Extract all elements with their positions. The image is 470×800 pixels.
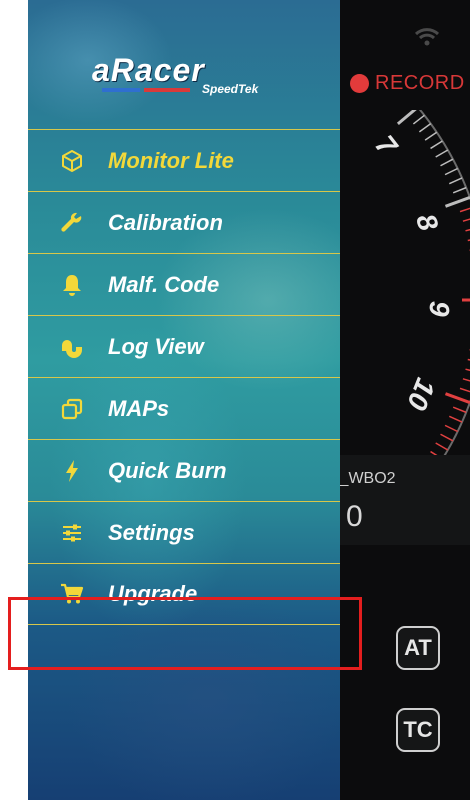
gauge-tick-label: 9 [424, 300, 456, 317]
gauge-tick [452, 406, 467, 414]
menu-item-malf-code[interactable]: Malf. Code [28, 253, 340, 315]
gauge-tick [444, 392, 470, 405]
stumbleupon-icon [60, 335, 84, 359]
gauge-tick [435, 442, 449, 451]
record-label: RECORD [375, 72, 465, 94]
gauge-tick [465, 228, 470, 232]
gauge-tick [412, 114, 425, 125]
menu-item-calibration[interactable]: Calibration [28, 191, 340, 253]
lightning-icon [60, 459, 84, 483]
menu-item-label: Malf. Code [108, 271, 220, 297]
gauge-tick-label: 10 [401, 374, 442, 415]
gauge-tick [465, 368, 470, 372]
gauge-tick [444, 167, 458, 176]
navigation-drawer: aRacer SpeedTek Monitor Lite Calibration… [28, 0, 340, 800]
menu-item-label: Log View [108, 333, 204, 359]
highlight-box [8, 597, 362, 670]
logo-stripe-red [144, 88, 190, 92]
gauge-tick [448, 415, 463, 423]
menu-item-log-view[interactable]: Log View [28, 315, 340, 377]
menu-item-label: Calibration [108, 209, 223, 235]
gauge-tick [440, 433, 454, 442]
menu-item-label: Monitor Lite [108, 147, 234, 173]
menu-item-label: MAPs [108, 395, 170, 421]
record-dot-icon [350, 74, 369, 93]
sliders-icon [60, 521, 84, 545]
wifi-signal-icon [414, 28, 440, 46]
logo-stripe-blue [102, 88, 140, 92]
bell-icon [60, 273, 84, 297]
copy-icon [60, 397, 84, 421]
gauge-tick [459, 207, 470, 213]
aracer-logo: aRacer SpeedTek [92, 52, 282, 98]
wrench-icon [60, 211, 84, 235]
record-button[interactable]: RECORD [350, 72, 465, 95]
gauge-tick [444, 195, 470, 208]
gauge-tick [424, 131, 438, 141]
at-button[interactable]: AT [396, 626, 440, 670]
gauge-tick [448, 177, 463, 185]
gauge-tick [440, 158, 454, 167]
menu-item-settings[interactable]: Settings [28, 501, 340, 563]
tc-button[interactable]: TC [396, 708, 440, 752]
gauge-tick-label: 7 [369, 129, 404, 161]
menu-item-label: Settings [108, 519, 195, 545]
gauge-tick [444, 424, 458, 433]
logo-main-text: aRacer [92, 52, 205, 88]
gauge-tick [396, 110, 417, 126]
gauge-tick [430, 140, 443, 150]
menu-item-monitor-lite[interactable]: Monitor Lite [28, 129, 340, 191]
gauge-tick [452, 186, 467, 194]
logo-sub-text: SpeedTek [202, 82, 259, 96]
gauge-tick [418, 123, 432, 133]
gauge-tick-label: 8 [410, 210, 444, 235]
menu-item-label: Quick Burn [108, 457, 227, 483]
cube-icon [60, 149, 84, 173]
drawer-menu: Monitor Lite Calibration Malf. Code Log … [28, 129, 340, 625]
gauge-tick [462, 378, 470, 382]
menu-item-quick-burn[interactable]: Quick Burn [28, 439, 340, 501]
menu-item-maps[interactable]: MAPs [28, 377, 340, 439]
sensor-value: 0 [346, 500, 363, 533]
gauge-tick [435, 149, 449, 158]
gauge-tick [462, 218, 470, 222]
gauge-tick [459, 387, 470, 393]
